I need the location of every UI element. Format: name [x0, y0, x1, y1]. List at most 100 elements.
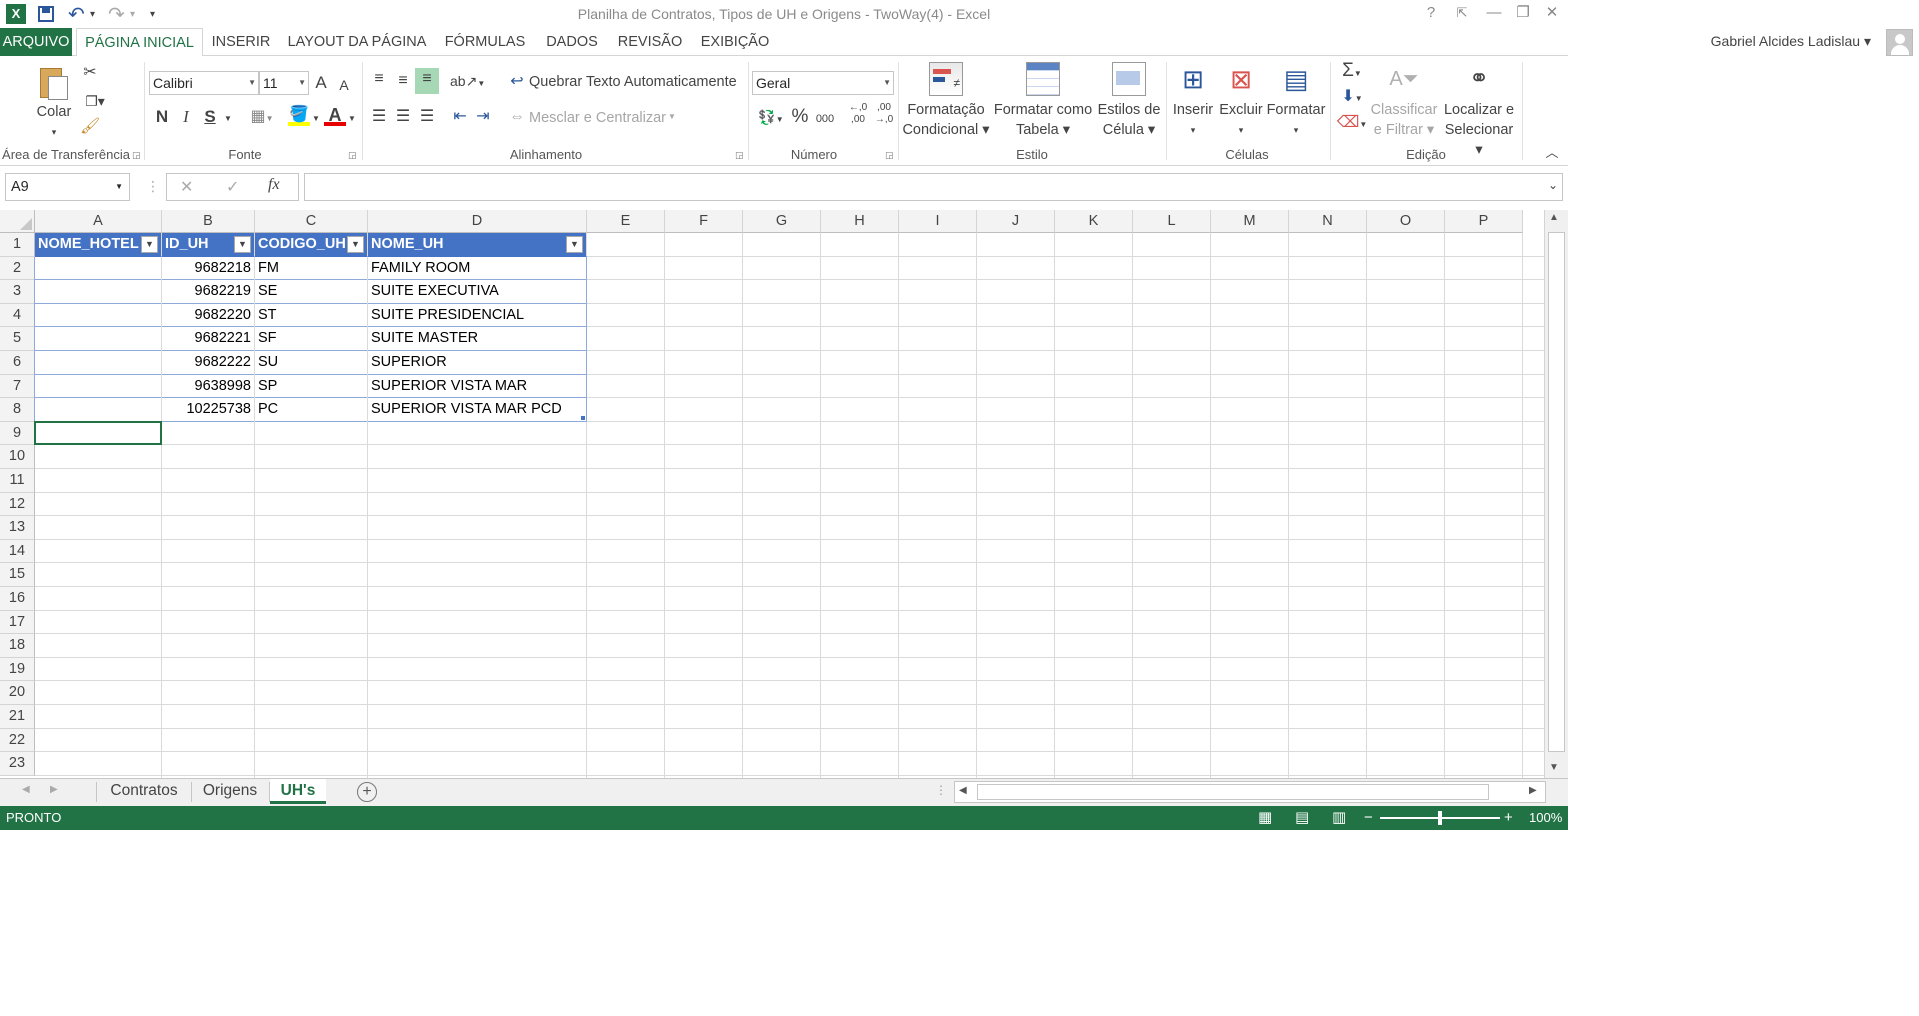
align-center-icon[interactable]: ☰	[392, 106, 414, 128]
underline-button[interactable]: S	[200, 106, 220, 128]
table-cell[interactable]: 9638998	[162, 375, 254, 399]
column-header-a[interactable]: A	[35, 210, 162, 233]
column-header-c[interactable]: C	[255, 210, 368, 233]
row-header-23[interactable]: 23	[0, 752, 35, 776]
row-header-2[interactable]: 2	[0, 256, 35, 281]
column-header-e[interactable]: E	[587, 210, 665, 233]
number-format-combo[interactable]: Geral ▼	[752, 71, 894, 95]
column-header-j[interactable]: J	[977, 210, 1055, 233]
tab-dados[interactable]: DADOS	[537, 28, 607, 56]
font-size-combo[interactable]: 11 ▼	[259, 71, 309, 95]
borders-icon[interactable]: ▦▼	[244, 106, 280, 130]
column-header-b[interactable]: B	[162, 210, 255, 233]
row-header-22[interactable]: 22	[0, 728, 35, 753]
column-header-k[interactable]: K	[1055, 210, 1133, 233]
row-header-10[interactable]: 10	[0, 445, 35, 469]
autosum-icon[interactable]: Σ▼	[1336, 60, 1368, 85]
row-header-16[interactable]: 16	[0, 587, 35, 611]
table-cell[interactable]: 9682219	[162, 280, 254, 304]
filter-dropdown-icon[interactable]: ▼	[141, 236, 158, 253]
tab-inserir[interactable]: INSERIR	[205, 28, 277, 56]
avatar[interactable]	[1886, 29, 1913, 56]
row-header-15[interactable]: 15	[0, 563, 35, 587]
row-header-3[interactable]: 3	[0, 280, 35, 304]
next-sheet-icon[interactable]: ▶	[50, 784, 58, 795]
row-header-13[interactable]: 13	[0, 516, 35, 540]
column-header-h[interactable]: H	[821, 210, 899, 233]
delete-cells-button[interactable]: ⊠ Excluir ▾	[1218, 62, 1264, 140]
cut-icon[interactable]: ✂	[80, 62, 100, 84]
table-cell[interactable]: ST	[255, 304, 367, 328]
table-cell[interactable]: 9682221	[162, 327, 254, 351]
italic-button[interactable]: I	[176, 106, 196, 128]
row-header-21[interactable]: 21	[0, 705, 35, 729]
decrease-decimal-button[interactable]: ,00 →,0	[872, 102, 896, 126]
user-name[interactable]: Gabriel Alcides Ladislau ▾	[1711, 33, 1871, 50]
row-header-12[interactable]: 12	[0, 492, 35, 517]
scroll-left-icon[interactable]: ◀	[959, 785, 967, 796]
column-header-f[interactable]: F	[665, 210, 743, 233]
table-cell[interactable]: SU	[255, 351, 367, 375]
vertical-scrollbar[interactable]: ▲ ▼	[1544, 210, 1568, 778]
page-layout-view-icon[interactable]: ▤	[1295, 806, 1309, 830]
horizontal-scrollbar[interactable]: ◀ ▶	[954, 781, 1546, 803]
table-cell[interactable]: 10225738	[162, 398, 254, 422]
column-header-o[interactable]: O	[1367, 210, 1445, 233]
table-resize-handle[interactable]	[581, 415, 585, 420]
filter-dropdown-icon[interactable]: ▼	[566, 236, 583, 253]
column-header-m[interactable]: M	[1211, 210, 1289, 233]
row-header-6[interactable]: 6	[0, 351, 35, 375]
column-header-g[interactable]: G	[743, 210, 821, 233]
find-select-button[interactable]: ⚭ Localizar e Selecionar ▾	[1440, 62, 1518, 160]
row-header-19[interactable]: 19	[0, 657, 35, 682]
fill-color-icon[interactable]: 🪣	[288, 104, 310, 126]
sort-filter-button[interactable]: A⏷ Classificar e Filtrar ▾	[1370, 62, 1438, 140]
filter-dropdown-icon[interactable]: ▼	[234, 236, 251, 253]
format-as-table-button[interactable]: Formatar como Tabela ▾	[992, 62, 1094, 140]
decrease-indent-icon[interactable]: ⇤	[449, 106, 471, 128]
tab-layout-da-pagina[interactable]: LAYOUT DA PÁGINA	[281, 28, 433, 56]
table-cell[interactable]: 9682222	[162, 351, 254, 375]
fill-icon[interactable]: ⬇▼	[1336, 86, 1368, 110]
sheet-tab-contratos[interactable]: Contratos	[98, 779, 190, 804]
zoom-slider-thumb[interactable]	[1438, 811, 1442, 825]
percent-button[interactable]: %	[790, 106, 810, 128]
fill-color-dropdown-icon[interactable]: ▼	[310, 108, 322, 130]
table-cell[interactable]	[35, 375, 161, 399]
row-header-7[interactable]: 7	[0, 374, 35, 399]
merge-dropdown-icon[interactable]: ▼	[668, 112, 676, 121]
ribbon-display-icon[interactable]: ⇱	[1448, 2, 1476, 24]
paste-button[interactable]: Colar ▾	[30, 64, 78, 142]
tab-revisao[interactable]: REVISÃO	[611, 28, 689, 56]
sheet-tab-origens[interactable]: Origens	[192, 779, 268, 804]
zoom-in-icon[interactable]: +	[1504, 806, 1513, 830]
shrink-font-icon[interactable]: A	[336, 74, 352, 96]
scroll-thumb[interactable]	[1548, 232, 1565, 752]
table-cell[interactable]: SE	[255, 280, 367, 304]
table-cell[interactable]	[35, 304, 161, 328]
restore-button[interactable]: ❐	[1509, 2, 1537, 24]
help-icon[interactable]: ?	[1417, 2, 1445, 24]
table-cell[interactable]	[35, 257, 161, 281]
scroll-up-icon[interactable]: ▲	[1549, 212, 1559, 223]
format-painter-icon[interactable]: 🖌	[80, 116, 100, 138]
merge-center-button[interactable]: Mesclar e Centralizar	[529, 110, 666, 126]
thousands-button[interactable]: 000	[812, 108, 838, 130]
table-cell[interactable]: FM	[255, 257, 367, 281]
insert-function-icon[interactable]: fx	[268, 176, 280, 194]
tab-pagina-inicial[interactable]: PÁGINA INICIAL	[76, 28, 203, 57]
expand-formula-icon[interactable]: ⌄	[1548, 178, 1558, 192]
align-right-icon[interactable]: ☰	[416, 106, 438, 128]
column-header-p[interactable]: P	[1445, 210, 1523, 233]
table-cell[interactable]: SUPERIOR VISTA MAR PCD	[368, 398, 586, 422]
table-cell[interactable]	[35, 327, 161, 351]
worksheet-grid[interactable]: ABCDEFGHIJKLMNOP 1 2 3 4 5 6 7 8 9 10 11 12 13 14 15 16…	[0, 210, 1544, 778]
row-header-5[interactable]: 5	[0, 327, 35, 351]
column-header-i[interactable]: I	[899, 210, 977, 233]
insert-cells-button[interactable]: ⊞ Inserir ▾	[1170, 62, 1216, 140]
table-cell[interactable]: SF	[255, 327, 367, 351]
table-cell[interactable]: 9682218	[162, 257, 254, 281]
row-header-14[interactable]: 14	[0, 539, 35, 564]
prev-sheet-icon[interactable]: ◀	[22, 784, 30, 795]
sheet-tab-uhs[interactable]: UH's	[270, 779, 326, 804]
